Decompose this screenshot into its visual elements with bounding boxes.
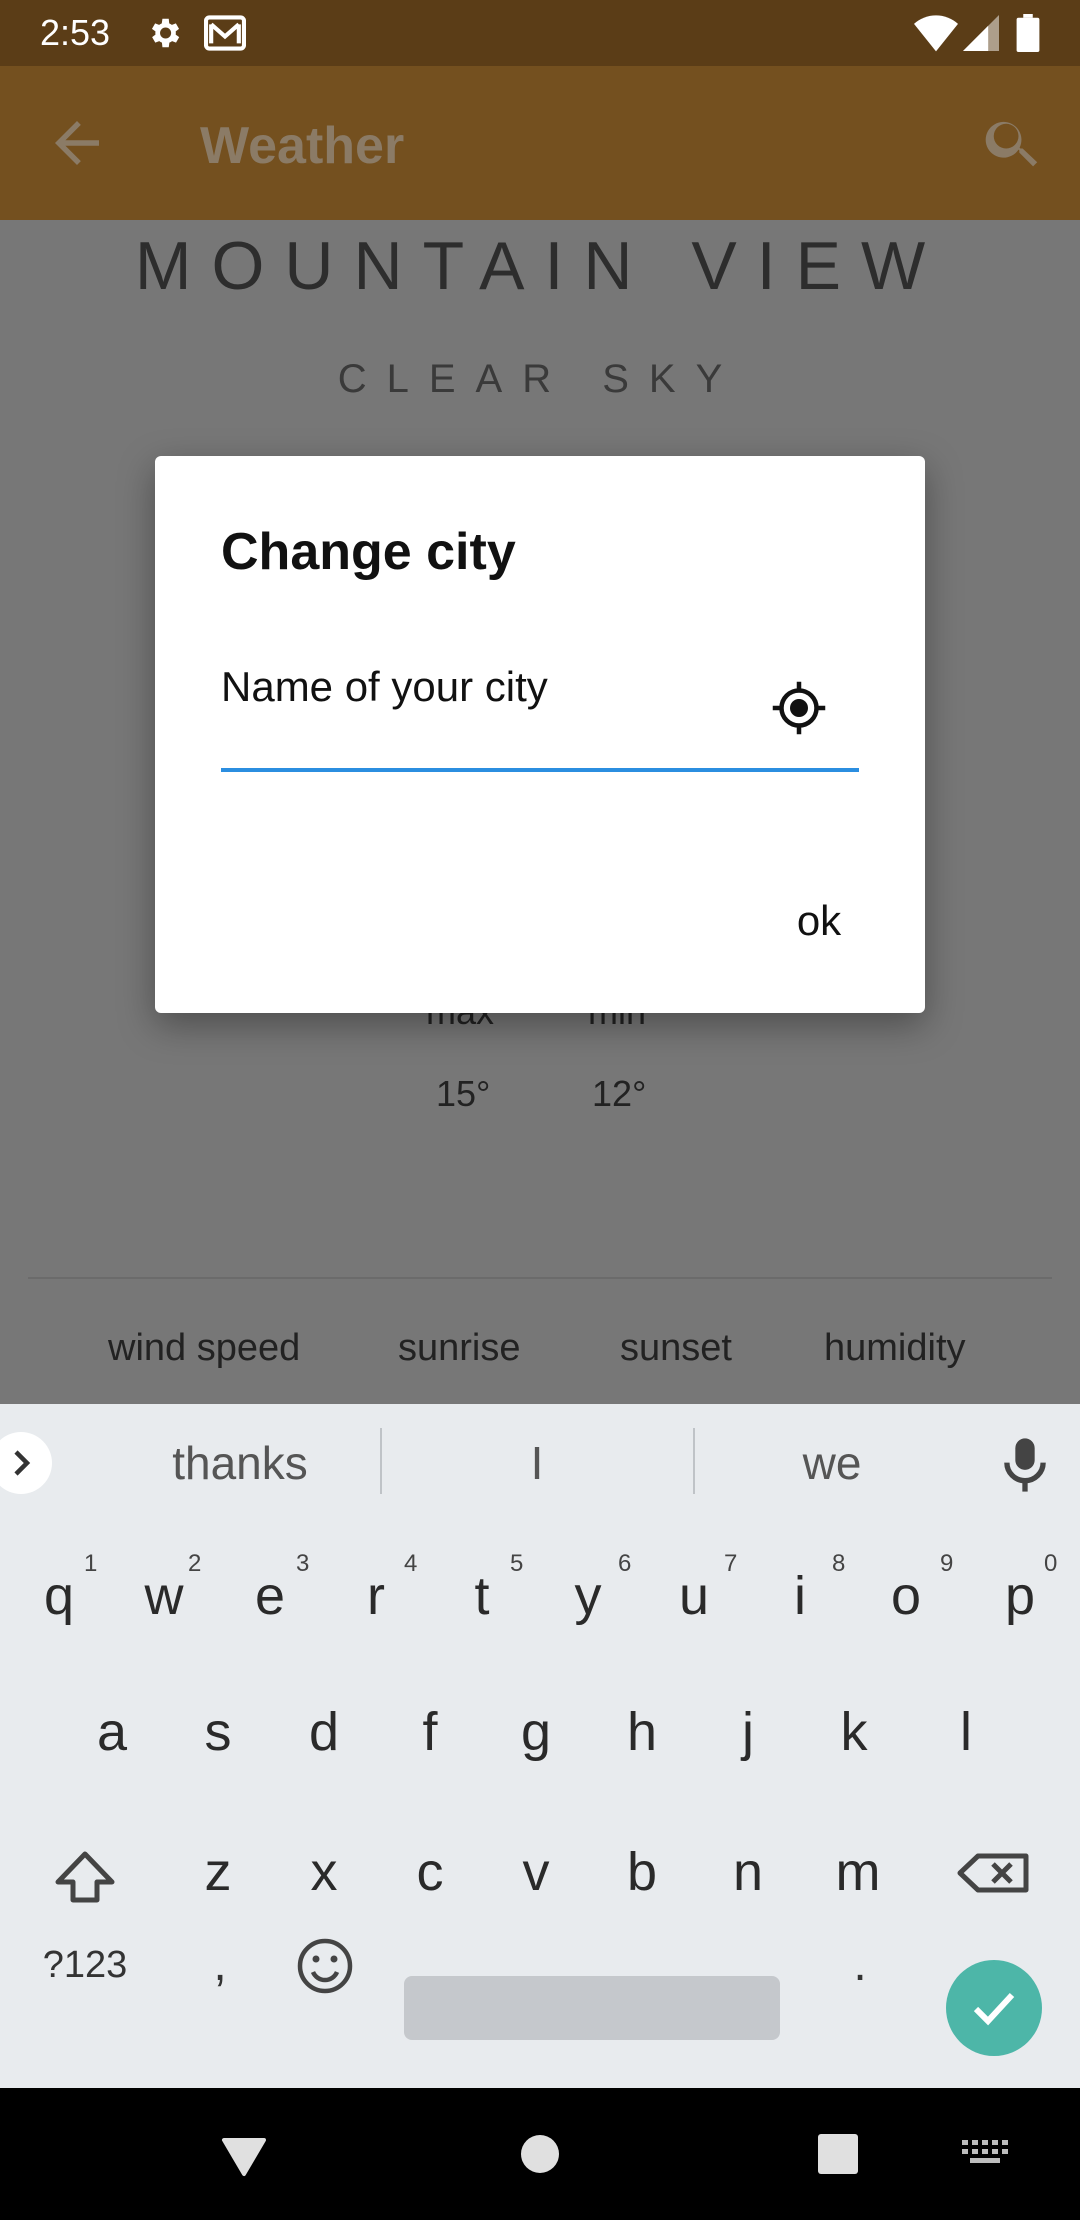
key-hint: 6 xyxy=(618,1550,632,1577)
backspace-key[interactable] xyxy=(938,1812,1048,1932)
key-l[interactable]: l xyxy=(918,1672,1014,1792)
status-bar: 2:53 xyxy=(0,0,1080,66)
gear-icon xyxy=(145,14,183,57)
expand-toolbar-button[interactable] xyxy=(0,1432,52,1494)
humidity-label: humidity xyxy=(824,1327,966,1369)
comma-key[interactable]: , xyxy=(172,1922,268,2008)
app-title: Weather xyxy=(200,117,405,175)
divider xyxy=(28,1277,1052,1279)
key-d[interactable]: d xyxy=(276,1672,372,1792)
key-h[interactable]: h xyxy=(594,1672,690,1792)
suggestion-bar: thanks I we xyxy=(0,1404,1080,1522)
soft-keyboard: thanks I we q w e r t y u i o p 1 2 3 4 … xyxy=(0,1404,1080,2088)
nav-recents-icon xyxy=(818,2134,858,2174)
suggestion-divider xyxy=(380,1428,382,1494)
key-hint: 0 xyxy=(1044,1550,1058,1577)
suggestion-3[interactable]: we xyxy=(696,1434,968,1492)
key-hint: 7 xyxy=(724,1550,738,1577)
city-name: MOUNTAIN VIEW xyxy=(134,228,946,304)
key-hint: 4 xyxy=(404,1550,418,1577)
key-hint: 5 xyxy=(510,1550,524,1577)
key-z[interactable]: z xyxy=(170,1812,266,1932)
backspace-icon xyxy=(957,1853,1029,1893)
wind-speed-label: wind speed xyxy=(108,1327,301,1369)
nav-recents-button[interactable] xyxy=(816,2134,860,2179)
suggestion-2[interactable]: I xyxy=(392,1434,682,1492)
my-location-icon xyxy=(769,681,829,742)
ok-button[interactable]: ok xyxy=(769,886,869,956)
mail-icon xyxy=(203,14,247,57)
enter-key[interactable] xyxy=(946,1960,1042,2056)
voice-input-button[interactable] xyxy=(1000,1436,1050,1494)
nav-keyboard-button[interactable] xyxy=(962,2140,1008,2175)
period-key[interactable]: . xyxy=(812,1922,908,2008)
back-button[interactable] xyxy=(44,110,110,176)
app-bar: Weather xyxy=(0,66,1080,220)
emoji-icon xyxy=(297,1938,353,1994)
shift-icon xyxy=(55,1851,115,1903)
key-g[interactable]: g xyxy=(488,1672,584,1792)
max-temperature: 15° xyxy=(436,1073,491,1114)
check-icon xyxy=(973,1992,1015,2026)
arrow-back-icon xyxy=(44,121,110,180)
key-hint: 3 xyxy=(296,1550,310,1577)
suggestion-divider xyxy=(693,1428,695,1494)
space-key[interactable] xyxy=(404,1976,780,2040)
key-k[interactable]: k xyxy=(806,1672,902,1792)
key-m[interactable]: m xyxy=(810,1812,906,1932)
nav-back-button[interactable] xyxy=(214,2124,274,2189)
key-s[interactable]: s xyxy=(170,1672,266,1792)
key-f[interactable]: f xyxy=(382,1672,478,1792)
key-hint: 9 xyxy=(940,1550,954,1577)
shift-key[interactable] xyxy=(30,1812,140,1932)
symbols-key[interactable]: ?123 xyxy=(20,1922,150,2008)
keyboard-icon xyxy=(962,2140,1008,2163)
sunset-label: sunset xyxy=(620,1327,732,1369)
input-underline xyxy=(221,768,859,772)
locate-button[interactable] xyxy=(769,678,829,738)
search-icon xyxy=(980,121,1046,180)
key-a[interactable]: a xyxy=(64,1672,160,1792)
key-n[interactable]: n xyxy=(700,1812,796,1932)
weather-condition: CLEAR SKY xyxy=(337,357,743,401)
status-time: 2:53 xyxy=(40,12,111,53)
key-v[interactable]: v xyxy=(488,1812,584,1932)
chevron-right-icon xyxy=(14,1450,31,1476)
change-city-dialog: Change city ok xyxy=(155,456,925,1013)
key-c[interactable]: c xyxy=(382,1812,478,1932)
key-hint: 2 xyxy=(188,1550,202,1577)
min-temperature: 12° xyxy=(592,1073,647,1114)
wifi-icon xyxy=(914,14,958,57)
battery-icon xyxy=(1016,14,1040,57)
sunrise-label: sunrise xyxy=(398,1327,521,1369)
key-j[interactable]: j xyxy=(700,1672,796,1792)
microphone-icon xyxy=(1004,1438,1046,1492)
city-name-input[interactable] xyxy=(221,656,791,718)
key-b[interactable]: b xyxy=(594,1812,690,1932)
key-hint: 8 xyxy=(832,1550,846,1577)
suggestion-1[interactable]: thanks xyxy=(100,1434,380,1492)
signal-icon xyxy=(963,14,999,57)
nav-back-icon xyxy=(222,2138,266,2176)
nav-home-button[interactable] xyxy=(520,2134,560,2179)
key-hint: 1 xyxy=(84,1550,98,1577)
emoji-key[interactable] xyxy=(270,1906,380,2026)
navigation-bar xyxy=(0,2088,1080,2220)
nav-home-icon xyxy=(521,2135,559,2173)
search-button[interactable] xyxy=(980,110,1046,176)
dialog-title: Change city xyxy=(221,523,516,581)
